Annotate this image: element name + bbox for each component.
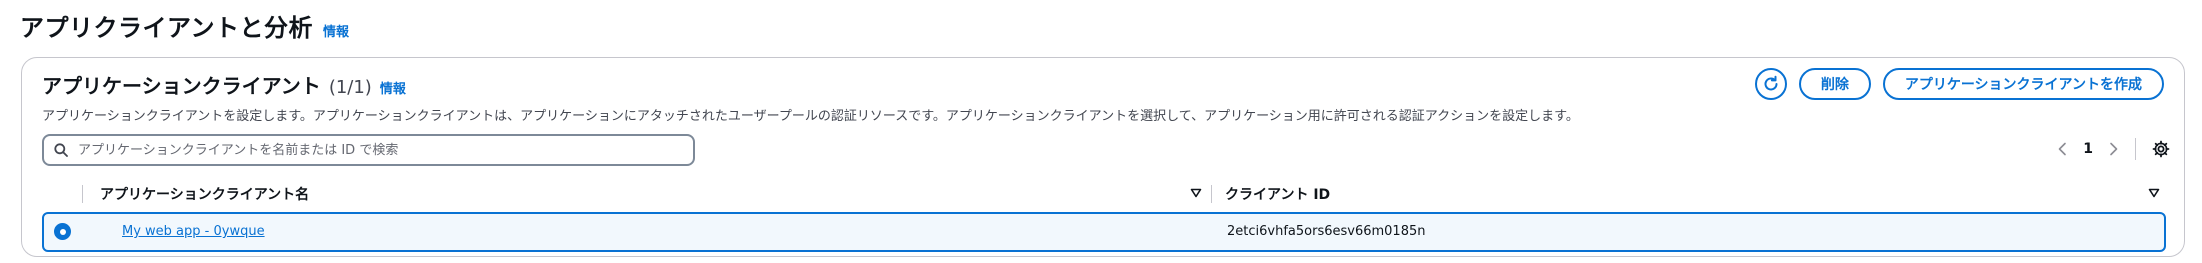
panel-info-link[interactable]: 情報 bbox=[380, 78, 406, 97]
panel-actions: 削除 アプリケーションクライアントを作成 bbox=[1754, 68, 2164, 100]
panel-count: (1/1) bbox=[328, 77, 372, 98]
chevron-left-icon[interactable] bbox=[2057, 142, 2067, 156]
page-info-link[interactable]: 情報 bbox=[323, 21, 349, 40]
create-app-client-button[interactable]: アプリケーションクライアントを作成 bbox=[1882, 68, 2164, 100]
client-id-value: 2etci6vhfa5ors6esv66m0185n bbox=[1227, 224, 1426, 239]
page: アプリクライアントと分析 情報 アプリケーションクライアント (1/1) 情報 … bbox=[0, 0, 2202, 263]
current-page[interactable]: 1 bbox=[2083, 141, 2093, 157]
page-title: アプリクライアントと分析 bbox=[20, 14, 314, 42]
column-separator bbox=[1211, 185, 1212, 203]
panel-title: アプリケーションクライアント bbox=[42, 74, 321, 98]
panel-description: アプリケーションクライアントを設定します。アプリケーションクライアントは、アプリ… bbox=[42, 109, 1579, 124]
column-separator bbox=[82, 185, 83, 203]
sort-down-icon[interactable] bbox=[2148, 188, 2160, 198]
pagination: 1 bbox=[2057, 138, 2170, 160]
column-header-app-client-name[interactable]: アプリケーションクライアント名 bbox=[100, 176, 309, 212]
pager-divider bbox=[2135, 138, 2136, 160]
app-clients-panel: アプリケーションクライアント (1/1) 情報 アプリケーションクライアントを設… bbox=[21, 57, 2185, 257]
app-client-name-link[interactable]: My web app - 0ywque bbox=[122, 224, 265, 239]
row-select-radio[interactable] bbox=[54, 223, 71, 240]
search-icon bbox=[54, 143, 68, 157]
refresh-button[interactable] bbox=[1754, 68, 1787, 100]
table-row[interactable]: My web app - 0ywque 2etci6vhfa5ors6esv66… bbox=[42, 212, 2166, 252]
page-header: アプリクライアントと分析 情報 bbox=[20, 8, 349, 43]
search-field[interactable] bbox=[42, 134, 695, 166]
column-header-client-id[interactable]: クライアント ID bbox=[1225, 176, 1330, 212]
radio-dot bbox=[59, 228, 66, 235]
delete-button[interactable]: 削除 bbox=[1798, 68, 1871, 100]
sort-down-icon[interactable] bbox=[1190, 188, 1202, 198]
panel-header: アプリケーションクライアント (1/1) 情報 bbox=[42, 70, 406, 99]
gear-icon[interactable] bbox=[2152, 140, 2170, 158]
refresh-icon bbox=[1764, 75, 1778, 91]
chevron-right-icon[interactable] bbox=[2109, 142, 2119, 156]
table-header: アプリケーションクライアント名 クライアント ID bbox=[42, 176, 2166, 212]
search-input[interactable] bbox=[76, 141, 666, 159]
